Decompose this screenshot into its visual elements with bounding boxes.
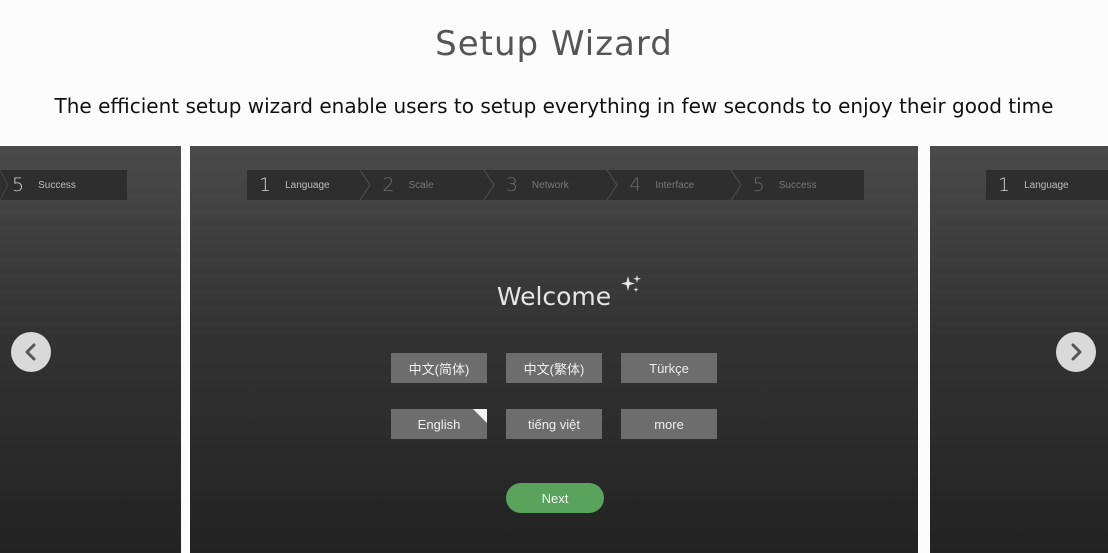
step-number: 4 bbox=[629, 174, 642, 196]
next-slide-step: 1 Language bbox=[986, 170, 1108, 200]
step-label: Scale bbox=[408, 179, 434, 191]
step-number: 3 bbox=[505, 174, 518, 196]
step-interface[interactable]: 4 Interface bbox=[617, 170, 742, 200]
next-button[interactable]: Next bbox=[506, 483, 604, 513]
next-slide-stepbar: 1 Language bbox=[986, 170, 1108, 200]
language-button-vietnamese[interactable]: tiếng việt bbox=[506, 409, 602, 439]
language-button-simplified-chinese[interactable]: 中文(简体) bbox=[391, 353, 487, 383]
step-separator-icon bbox=[0, 170, 9, 200]
selected-corner-icon bbox=[473, 409, 487, 423]
language-button-turkish[interactable]: Türkçe bbox=[621, 353, 717, 383]
step-label: Success bbox=[38, 179, 76, 191]
carousel-prev-button[interactable] bbox=[11, 332, 51, 372]
step-number: 1 bbox=[259, 174, 272, 196]
step-label: Language bbox=[1024, 179, 1069, 191]
step-scale[interactable]: 2 Scale bbox=[370, 170, 495, 200]
language-label: English bbox=[417, 416, 461, 432]
language-label: 中文(繁体) bbox=[523, 361, 585, 377]
language-label: Türkçe bbox=[649, 360, 689, 376]
step-label: Language bbox=[285, 179, 330, 191]
language-button-english[interactable]: English bbox=[391, 409, 487, 439]
step-label: Network bbox=[531, 179, 569, 191]
step-label: Success bbox=[778, 179, 817, 191]
step-language[interactable]: 1 Language bbox=[247, 170, 372, 200]
step-number: 1 bbox=[998, 174, 1011, 196]
step-number: 5 bbox=[12, 174, 25, 196]
wizard-stepbar: 1 Language 2 Scale 3 Network 4 Interface… bbox=[247, 170, 864, 200]
sparkle-icon bbox=[621, 275, 641, 293]
step-number: 2 bbox=[382, 174, 395, 196]
language-label: tiếng việt bbox=[527, 416, 581, 432]
language-label: 中文(简体) bbox=[408, 361, 470, 377]
step-network[interactable]: 3 Network bbox=[494, 170, 618, 200]
prev-slide-step: 5 Success bbox=[0, 170, 127, 200]
language-button-traditional-chinese[interactable]: 中文(繁体) bbox=[506, 353, 602, 383]
language-label: more bbox=[654, 416, 684, 432]
step-label: Interface bbox=[655, 179, 695, 191]
next-button-label: Next bbox=[541, 490, 569, 506]
carousel-next-button[interactable] bbox=[1056, 332, 1096, 372]
page-title: Setup Wizard bbox=[435, 24, 673, 64]
page-subtitle: The efficient setup wizard enable users … bbox=[54, 94, 1054, 118]
chevron-right-icon bbox=[1071, 343, 1082, 361]
step-success[interactable]: 5 Success bbox=[741, 170, 864, 200]
step-number: 5 bbox=[752, 174, 765, 196]
language-button-more[interactable]: more bbox=[621, 409, 717, 439]
carousel-current-slide: 1 Language 2 Scale 3 Network 4 Interface… bbox=[190, 146, 918, 553]
welcome-heading: Welcome bbox=[496, 282, 612, 311]
chevron-left-icon bbox=[25, 343, 36, 361]
prev-slide-stepbar: 5 Success bbox=[0, 170, 127, 200]
